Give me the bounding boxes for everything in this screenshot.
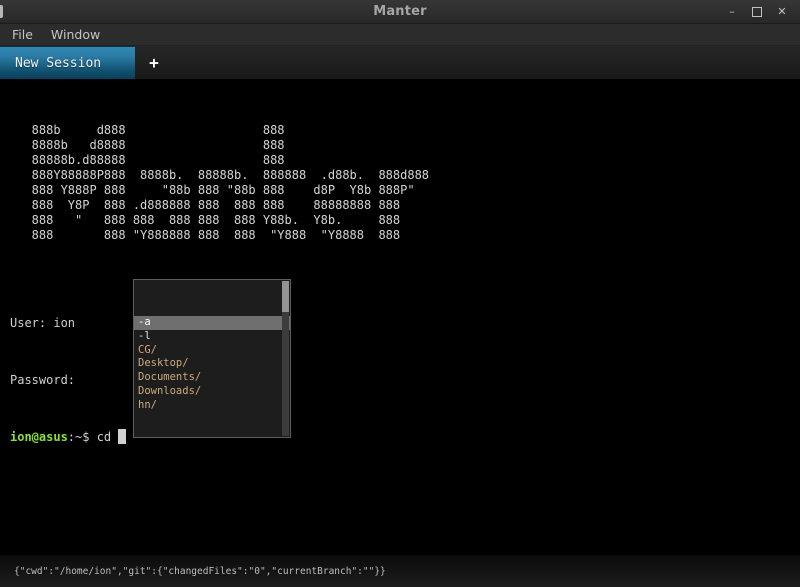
status-text: {"cwd":"/home/ion","git":{"changedFiles"… <box>14 565 386 577</box>
maximize-button[interactable] <box>749 4 765 20</box>
autocomplete-item[interactable]: Downloads/ <box>134 385 282 399</box>
prompt-line: ion@asus:~$ cd <box>10 428 800 447</box>
prompt-command: cd <box>96 430 119 444</box>
tab-new-session[interactable]: New Session <box>0 46 135 79</box>
window-controls: – ✕ <box>724 4 800 20</box>
new-tab-button[interactable]: + <box>135 46 173 79</box>
terminal-area[interactable]: 888b d888 888 8888b d8888 888 88888b.d88… <box>0 79 800 555</box>
autocomplete-item[interactable]: CG/ <box>134 344 282 358</box>
prompt-path-symbol: :~$ <box>67 430 97 444</box>
scrollbar-thumb[interactable] <box>282 281 289 312</box>
autocomplete-dropdown: -a -l CG/Desktop/Documents/Downloads/hn/ <box>133 279 291 438</box>
terminal-output: User: ion Password: ion@asus:~$ cd <box>10 276 800 485</box>
window-title: Manter <box>373 4 427 19</box>
close-button[interactable]: ✕ <box>774 4 790 20</box>
autocomplete-item[interactable]: Documents/ <box>134 371 282 385</box>
menu-bar: File Window <box>0 24 800 46</box>
autocomplete-item[interactable]: Desktop/ <box>134 357 282 371</box>
minimize-button[interactable]: – <box>724 4 740 20</box>
autocomplete-scrollbar[interactable] <box>282 281 289 436</box>
menu-item-file[interactable]: File <box>10 27 35 42</box>
autocomplete-item[interactable]: -a <box>134 316 290 330</box>
terminal-cursor <box>118 429 127 444</box>
title-bar[interactable]: Manter – ✕ <box>0 0 800 24</box>
autocomplete-item[interactable]: -l <box>134 330 282 344</box>
status-bar: {"cwd":"/home/ion","git":{"changedFiles"… <box>0 555 800 587</box>
terminal-line-password: Password: <box>10 373 76 387</box>
app-window: Manter – ✕ File Window New Session + 888… <box>0 0 800 587</box>
terminal-line-user: User: ion <box>10 316 76 330</box>
prompt-user-host: ion@asus <box>10 430 68 444</box>
maximize-icon <box>752 6 762 17</box>
autocomplete-item[interactable]: hn/ <box>134 399 282 413</box>
menu-item-window[interactable]: Window <box>49 27 102 42</box>
ascii-banner: 888b d888 888 8888b d8888 888 88888b.d88… <box>31 123 430 242</box>
tab-bar: New Session + <box>0 46 800 79</box>
